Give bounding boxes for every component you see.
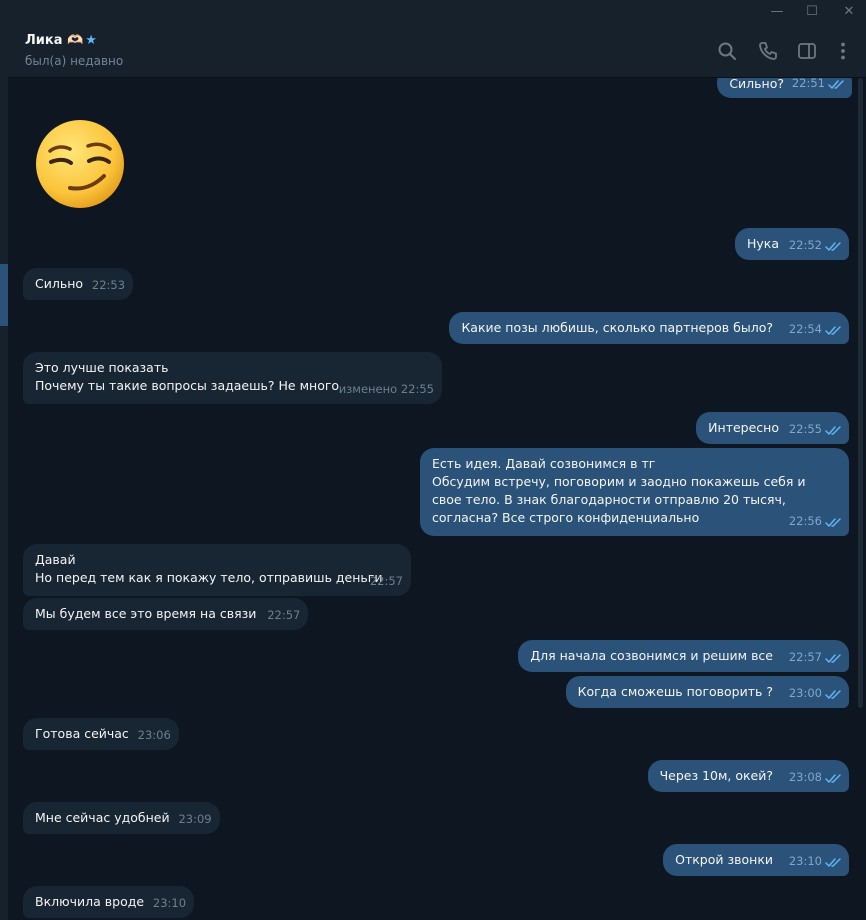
message-incoming[interactable]: Включила вроде 23:10 [23,886,195,918]
read-checkmarks-icon [825,690,841,699]
message-text: Мы будем все это время на связи [35,606,257,621]
message-meta: 22:52 [789,236,843,254]
window-titlebar: — ☐ ✕ [0,0,866,24]
message-text: Давай Но перед тем как я покажу тело, от… [35,552,383,585]
more-vertical-icon[interactable] [832,40,854,62]
contact-name: Лика 🫶🏻 [25,33,84,48]
message-text: Интересно [708,420,779,435]
sidebar-toggle-icon[interactable] [796,40,818,62]
message-time: 23:00 [788,686,822,700]
message-incoming[interactable]: Готова сейчас 23:06 [23,718,179,750]
star-icon: ★ [85,33,97,48]
message-time: 22:53 [91,278,126,292]
message-meta: 22:57 [789,648,843,666]
message-meta: 23:10 [789,852,843,870]
read-checkmarks-icon [825,774,841,783]
message-time: 22:55 [788,422,822,436]
message-outgoing[interactable]: Открой звонки 23:10 [663,844,849,876]
read-checkmarks-icon [825,326,841,335]
active-chat-indicator[interactable] [0,264,8,326]
message-outgoing[interactable]: Интересно 22:55 [696,412,849,444]
message-edited-time: изменено 22:55 [338,382,434,396]
message-time: 23:10 [788,854,822,868]
smirk-emoji-sticker[interactable] [34,118,126,210]
search-icon[interactable] [716,40,738,62]
message-outgoing[interactable]: Нука 22:52 [734,228,849,260]
message-incoming[interactable]: Это лучше показать Почему ты такие вопро… [23,352,442,404]
message-time: 23:08 [788,770,822,784]
close-button[interactable]: ✕ [834,0,864,24]
message-time: 22:54 [788,322,822,336]
message-outgoing[interactable]: Какие позы любишь, сколько партнеров был… [449,312,849,344]
message-outgoing[interactable]: Для начала созвонимся и решим все 22:57 [518,640,849,672]
message-time: 22:51 [791,78,825,90]
message-incoming[interactable]: Давай Но перед тем как я покажу тело, от… [23,544,411,596]
message-outgoing[interactable]: Через 10м, окей? 23:08 [647,760,849,792]
minimize-button[interactable]: — [762,0,792,24]
message-time: 22:57 [369,574,403,588]
chat-list-edge [0,24,8,920]
message-text: Мне сейчас удобней [35,810,170,825]
phone-icon[interactable] [757,40,779,62]
message-text: Включила вроде [35,894,145,909]
read-checkmarks-icon [825,654,841,663]
message-time: 22:56 [788,514,822,528]
message-time: 22:57 [267,608,301,622]
message-text: Когда сможешь поговорить ? [577,684,773,699]
contact-status: был(а) недавно [25,54,124,68]
message-meta: 22:51 [792,78,846,92]
message-outgoing[interactable]: Когда сможешь поговорить ? 23:00 [565,676,849,708]
message-list[interactable]: Сильно? 22:51 Нука 22:52 Сильно 22:53 Ка… [8,78,855,920]
chat-scrollbar[interactable] [855,78,866,920]
message-meta: 22:54 [789,320,843,338]
read-checkmarks-icon [825,242,841,251]
message-text: Для начала созвонимся и решим все [530,648,773,663]
message-text: Сильно [35,276,84,291]
message-incoming[interactable]: Сильно 22:53 [23,268,134,300]
read-checkmarks-icon [825,518,841,527]
message-text: Сильно? [729,78,784,91]
maximize-button[interactable]: ☐ [797,0,827,24]
message-meta: 22:56 [789,512,843,530]
message-outgoing[interactable]: Есть идея. Давай созвонимся в тг Обсудим… [420,448,849,536]
scrollbar-thumb[interactable] [858,78,863,708]
message-time: 22:57 [788,650,822,664]
message-text: Есть идея. Давай созвонимся в тг Обсудим… [432,456,806,525]
read-checkmarks-icon [825,426,841,435]
message-meta: 23:00 [789,684,843,702]
chat-title[interactable]: Лика 🫶🏻 ★ [25,33,97,48]
message-incoming[interactable]: Мы будем все это время на связи 22:57 [23,598,309,630]
message-meta: 23:08 [789,768,843,786]
read-checkmarks-icon [828,80,844,89]
message-time: 23:10 [152,896,187,910]
chat-header: Лика 🫶🏻 ★ был(а) недавно [8,24,866,78]
message-text: Какие позы любишь, сколько партнеров был… [461,320,773,335]
message-time: 23:06 [137,728,171,742]
message-text: Готова сейчас [35,726,129,741]
message-text: Открой звонки [675,852,773,867]
read-checkmarks-icon [825,858,841,867]
message-text: Через 10м, окей? [659,768,773,783]
message-text: Нука [746,236,779,251]
message-meta: 22:55 [789,420,843,438]
message-time: 23:09 [178,812,212,826]
message-incoming[interactable]: Мне сейчас удобней 23:09 [23,802,220,834]
message-time: 22:52 [788,238,822,252]
message-outgoing[interactable]: Сильно? 22:51 [717,78,852,98]
